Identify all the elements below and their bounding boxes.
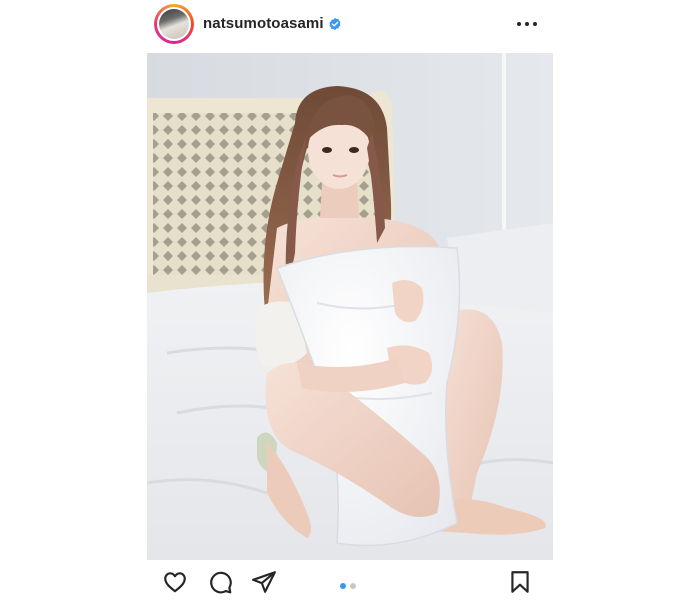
post-photo[interactable] [147,53,553,560]
paper-plane-icon[interactable] [251,569,277,595]
post-action-bar [147,560,553,600]
comment-icon[interactable] [207,569,233,595]
carousel-dot[interactable] [350,583,356,589]
instagram-post: natsumotoasami [147,0,553,600]
username-link[interactable]: natsumotoasami [203,15,324,32]
bookmark-icon[interactable] [507,569,533,595]
carousel-dot-active[interactable] [340,583,346,589]
heart-icon[interactable] [162,569,188,595]
post-header: natsumotoasami [147,0,553,52]
avatar-image [159,9,189,39]
avatar-image-wrapper [157,7,191,41]
avatar[interactable] [154,4,194,44]
more-horizontal-icon[interactable] [514,15,540,33]
post-photo-illustration [147,53,553,560]
verified-badge-icon [329,17,341,31]
